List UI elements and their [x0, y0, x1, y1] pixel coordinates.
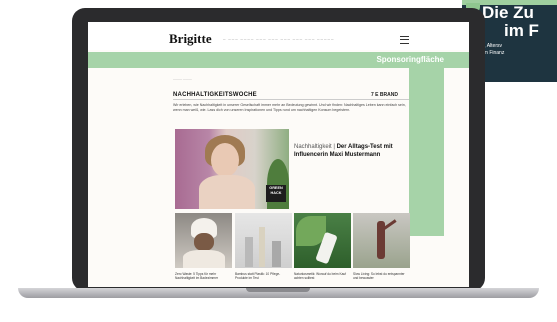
- bottle-shape-2: [259, 227, 265, 267]
- body-shape: [183, 250, 225, 268]
- hero-image[interactable]: GREEN HACK: [175, 129, 289, 209]
- sponsor-bar[interactable]: Sponsoringfläche: [88, 52, 469, 68]
- hero-headline[interactable]: Nachhaltigkeit | Der Alltags-Test mit In…: [294, 143, 409, 159]
- main-navigation[interactable]: — ——— ———— ——— ——— ——— ——— ——— —————: [223, 38, 335, 41]
- sponsor-side-panel: [409, 68, 444, 236]
- hero-category: Nachhaltigkeit: [294, 144, 332, 150]
- menu-icon[interactable]: [400, 36, 409, 44]
- site-header: Brigitte — ——— ———— ——— ——— ——— ——— ——— …: [88, 22, 469, 50]
- article-card-caption-2[interactable]: Bambus statt Plastik: 10 Pflege-Produkte…: [235, 272, 292, 281]
- sponsor-label: Sponsoringfläche: [376, 55, 444, 64]
- laptop-notch: [246, 288, 310, 292]
- green-hack-badge: GREEN HACK: [266, 185, 286, 202]
- section-title: NACHHALTIGKEITSWOCHE: [173, 92, 257, 98]
- bottle-shape-3: [272, 241, 281, 267]
- site-logo[interactable]: Brigitte: [169, 31, 212, 47]
- laptop-screen: Brigitte — ——— ———— ——— ——— ——— ——— ——— …: [88, 22, 469, 287]
- article-card-caption-1[interactable]: Zero Waste: 5 Tipps für mehr Nachhaltigk…: [175, 272, 232, 281]
- ad-headline-line1: Die Zu: [482, 3, 534, 22]
- face-shape: [194, 233, 214, 251]
- ad-headline-line2: im F: [504, 21, 539, 40]
- divider: [173, 99, 409, 100]
- intro-text: Wir erleben, wie Nachhaltigkeit in unser…: [173, 103, 406, 113]
- article-card-image-3[interactable]: [294, 213, 351, 268]
- article-card-caption-3[interactable]: Naturkosmetik: Worauf du beim Kauf achte…: [294, 272, 351, 281]
- arm-shape: [383, 219, 397, 230]
- hero-face-shape: [211, 143, 239, 177]
- article-card-image-4[interactable]: [353, 213, 410, 268]
- article-card-image-2[interactable]: [235, 213, 292, 268]
- article-card-caption-4[interactable]: Slow Living: So lebst du entspannter und…: [353, 272, 410, 281]
- article-card-image-1[interactable]: [175, 213, 232, 268]
- bottle-shape-1: [245, 237, 253, 267]
- brand-tag: 7 E BRAND: [371, 92, 398, 98]
- breadcrumb[interactable]: ——— ———: [173, 77, 192, 81]
- hero-torso-shape: [199, 175, 255, 209]
